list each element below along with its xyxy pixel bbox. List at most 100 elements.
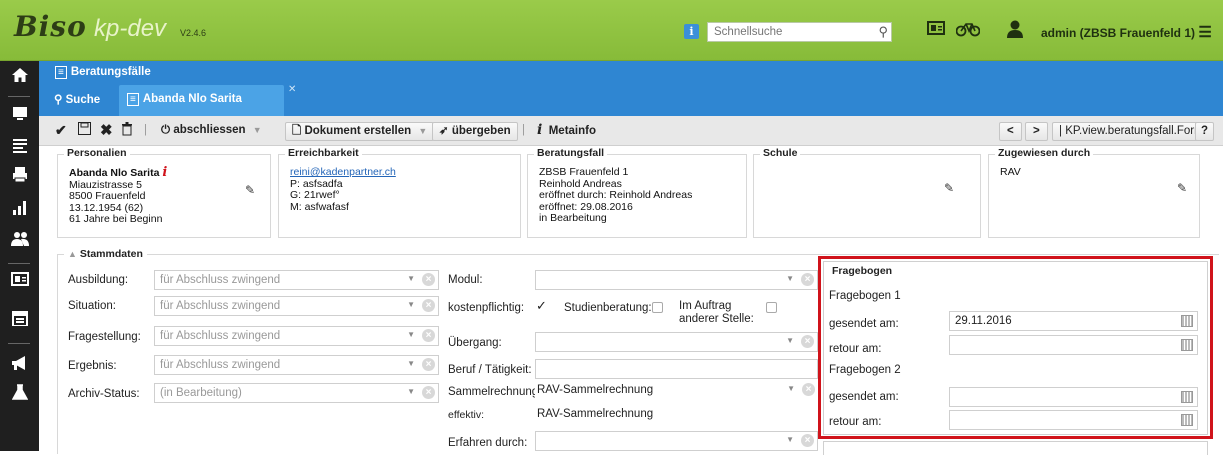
close-tab-icon[interactable]: ✕ <box>288 84 296 95</box>
button-label: übergeben <box>451 125 511 137</box>
users-icon[interactable] <box>0 231 39 252</box>
trash-icon[interactable] <box>121 122 133 141</box>
search-icon[interactable]: ⚲ <box>878 24 888 40</box>
list-icon[interactable] <box>0 137 39 158</box>
referrer-value: RAV <box>1000 166 1021 178</box>
calendar-icon[interactable] <box>1181 414 1193 426</box>
kostenpflichtig-checkbox[interactable]: ✓ <box>536 298 547 314</box>
ergebnis-select[interactable]: für Abschluss zwingend ▼ × <box>154 355 439 375</box>
info-icon[interactable]: i <box>162 165 167 180</box>
send-icon: ➶ <box>439 125 449 137</box>
retour2-date-field[interactable] <box>949 410 1198 430</box>
sammelrechnung-select[interactable]: RAV-Sammelrechnung ▼ × <box>535 381 818 401</box>
clear-icon[interactable]: × <box>801 434 814 447</box>
chevron-down-icon[interactable]: ▼ <box>786 336 794 345</box>
uebergeben-button[interactable]: ➶ übergeben <box>432 122 518 141</box>
search-input[interactable] <box>708 23 868 41</box>
calendar-icon[interactable] <box>1181 315 1193 327</box>
ausbildung-select[interactable]: für Abschluss zwingend ▼ × <box>154 270 439 290</box>
clear-icon[interactable]: × <box>422 358 435 371</box>
collapse-icon[interactable]: ▲ <box>68 249 77 259</box>
home-icon[interactable] <box>0 67 39 88</box>
calendar-icon[interactable] <box>1181 391 1193 403</box>
abschliessen-button[interactable]: ⏻ abschliessen ▼ <box>155 122 268 141</box>
fragestellung-label: Fragestellung: <box>68 331 141 343</box>
chevron-down-icon[interactable]: ▼ <box>407 274 415 283</box>
chevron-down-icon[interactable]: ▼ <box>253 125 262 135</box>
gesendet2-date-field[interactable] <box>949 387 1198 407</box>
quick-search[interactable]: ⚲ <box>707 22 892 42</box>
beruf-label: Beruf / Tätigkeit: <box>448 364 532 376</box>
age-at-start: 61 Jahre bei Beginn <box>69 213 163 225</box>
bicycle-icon[interactable] <box>955 21 981 42</box>
situation-label: Situation: <box>68 300 116 312</box>
card-icon[interactable] <box>0 271 39 292</box>
info-icon[interactable]: i <box>684 24 699 39</box>
clear-icon[interactable]: × <box>802 383 815 396</box>
chevron-down-icon[interactable]: ▼ <box>787 384 795 393</box>
megaphone-icon[interactable] <box>0 355 39 376</box>
chevron-down-icon[interactable]: ▼ <box>407 300 415 309</box>
tab-suche[interactable]: ⚲ Suche <box>48 87 116 115</box>
help-button[interactable]: ? <box>1195 122 1215 141</box>
retour1-date-field[interactable] <box>949 335 1198 355</box>
card-title: Schule <box>760 147 801 159</box>
clear-icon[interactable]: × <box>422 299 435 312</box>
modul-select[interactable]: ▼ × <box>535 270 818 290</box>
chevron-down-icon[interactable]: ▼ <box>407 387 415 396</box>
tab-case[interactable]: ≡Abanda Nlo Sarita (15513) <box>119 85 284 134</box>
fragestellung-select[interactable]: für Abschluss zwingend ▼ × <box>154 326 439 346</box>
cancel-icon[interactable]: ✖ <box>100 122 113 141</box>
user-menu[interactable]: admin (ZBSB Frauenfeld 1) ☰ <box>1041 23 1212 41</box>
metainfo-button[interactable]: i Metainfo <box>537 122 596 141</box>
archiv-status-select[interactable]: (in Bearbeitung) ▼ × <box>154 383 439 403</box>
search-icon: ⚲ <box>54 94 63 106</box>
pencil-icon[interactable]: ✎ <box>1177 181 1187 195</box>
select-placeholder: für Abschluss zwingend <box>160 330 281 342</box>
imauftrag-checkbox[interactable] <box>766 302 777 313</box>
chevron-down-icon[interactable]: ▼ <box>786 274 794 283</box>
flask-icon[interactable] <box>0 384 39 405</box>
save-icon[interactable] <box>78 122 91 141</box>
hamburger-icon[interactable]: ☰ <box>1198 24 1211 41</box>
situation-select[interactable]: für Abschluss zwingend ▼ × <box>154 296 439 316</box>
dokument-button[interactable]: 🗋 Dokument erstellen ▼ <box>285 122 435 141</box>
separator: | <box>144 124 147 136</box>
beruf-input[interactable] <box>535 359 818 379</box>
select-placeholder: für Abschluss zwingend <box>160 300 281 312</box>
pencil-icon[interactable]: ✎ <box>245 183 255 197</box>
studienberatung-checkbox[interactable] <box>652 302 663 313</box>
monitor-icon[interactable] <box>0 106 39 127</box>
erfahren-select[interactable]: ▼ × <box>535 431 818 451</box>
clear-icon[interactable]: × <box>422 329 435 342</box>
erfahren-label: Erfahren durch: <box>448 437 528 449</box>
clear-icon[interactable]: × <box>801 273 814 286</box>
fragebogen1-label: Fragebogen 1 <box>829 290 901 302</box>
next-button[interactable]: > <box>1025 122 1048 141</box>
clear-icon[interactable]: × <box>422 386 435 399</box>
chevron-down-icon[interactable]: ▼ <box>418 126 427 136</box>
module-title: ≡ Beratungsfälle <box>55 66 151 79</box>
bar-chart-icon[interactable] <box>0 199 39 220</box>
calendar-icon[interactable] <box>0 310 39 331</box>
chevron-down-icon[interactable]: ▼ <box>407 330 415 339</box>
clear-icon[interactable]: × <box>801 335 814 348</box>
email-link[interactable]: reini@kadenpartner.ch <box>290 166 396 178</box>
calendar-icon[interactable] <box>1181 339 1193 351</box>
user-icon[interactable] <box>1006 20 1024 43</box>
id-card-icon[interactable] <box>927 20 945 41</box>
printer-icon[interactable] <box>0 166 39 188</box>
pencil-icon[interactable]: ✎ <box>944 181 954 195</box>
chevron-down-icon[interactable]: ▼ <box>407 359 415 368</box>
effektiv-value: RAV-Sammelrechnung <box>537 408 654 420</box>
retour2-label: retour am: <box>829 416 882 428</box>
gesendet1-date-field[interactable]: 29.11.2016 <box>949 311 1198 331</box>
check-icon[interactable]: ✔ <box>55 122 67 141</box>
clear-icon[interactable]: × <box>422 273 435 286</box>
prev-button[interactable]: < <box>999 122 1022 141</box>
chevron-down-icon[interactable]: ▼ <box>786 435 794 444</box>
uebergang-select[interactable]: ▼ × <box>535 332 818 352</box>
effektiv-label: effektiv: <box>448 409 484 421</box>
section-title[interactable]: ▲ Stammdaten <box>64 248 147 260</box>
date-value: 29.11.2016 <box>955 315 1012 327</box>
